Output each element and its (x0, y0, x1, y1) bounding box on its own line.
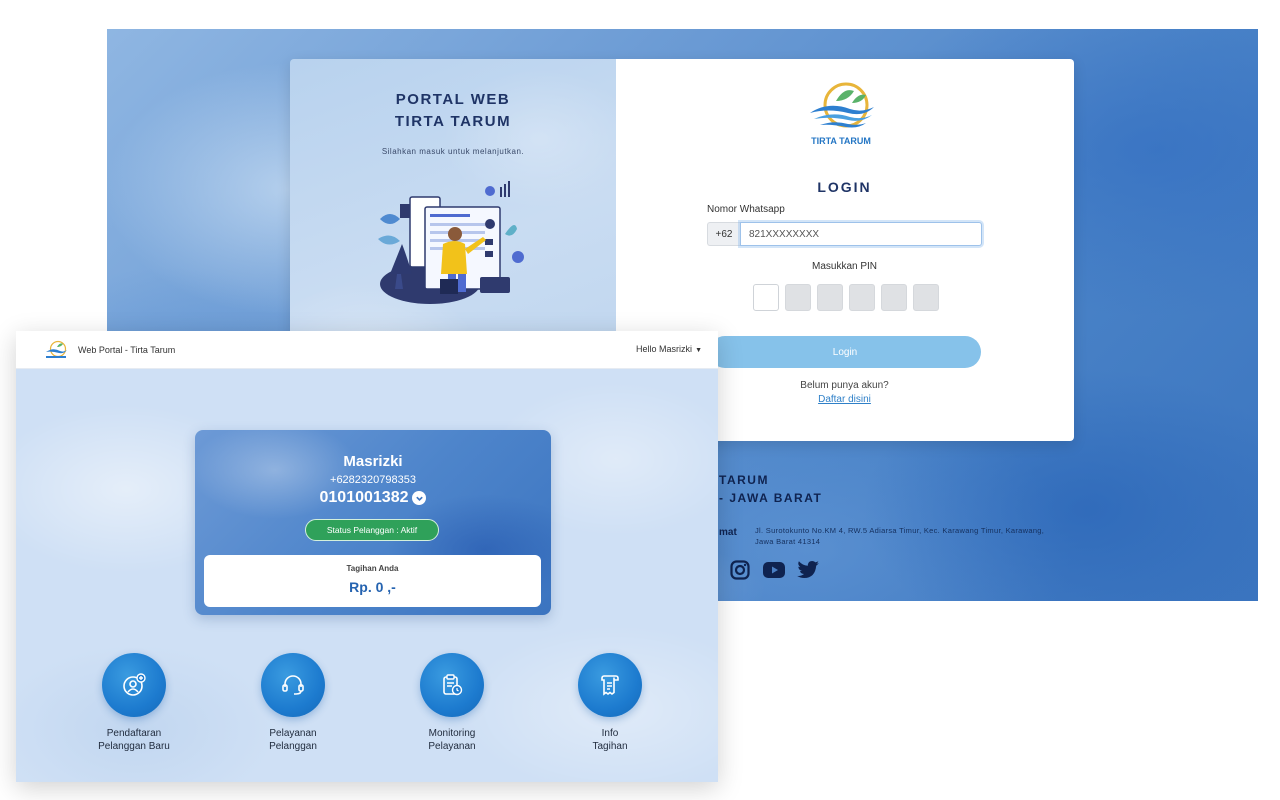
menu-service-monitoring[interactable]: Monitoring Pelayanan (392, 653, 512, 753)
footer-address: Jl. Surotokunto No.KM 4, RW.5 Adiarsa Ti… (755, 526, 1045, 546)
menu-label: Info Tagihan (592, 728, 628, 752)
pin-digit-6[interactable] (913, 284, 939, 311)
bill-amount: Rp. 0 ,- (349, 579, 396, 595)
phone-prefix: +62 (707, 222, 740, 246)
whatsapp-label: Nomor Whatsapp (707, 204, 785, 215)
pin-digit-5[interactable] (881, 284, 907, 311)
clipboard-clock-icon (443, 674, 463, 696)
instagram-icon[interactable] (729, 559, 751, 581)
footer-address-label: mat (719, 527, 737, 538)
user-greeting: Hello Masrizki (636, 344, 693, 354)
logo-text: TIRTA TARUM (811, 136, 871, 146)
dashboard-illustration (378, 181, 524, 304)
pin-label: Masukkan PIN (811, 261, 878, 272)
customer-id-row: 0101001382 (195, 489, 551, 507)
menu-label: Pelayanan Pelanggan (269, 728, 317, 752)
whatsapp-number-input[interactable] (740, 222, 982, 246)
social-links (729, 559, 819, 581)
menu-circle[interactable] (420, 653, 484, 717)
nav-logo[interactable] (44, 340, 68, 360)
menu-new-customer-registration[interactable]: Pendaftaran Pelanggan Baru (74, 653, 194, 753)
footer-company-name: TARUM - JAWA BARAT (719, 473, 823, 505)
portal-title: PORTAL WEB TIRTA TARUM (394, 91, 512, 130)
menu-circle[interactable] (102, 653, 166, 717)
portal-subtitle: Silahkan masuk untuk melanjutkan. (381, 147, 525, 156)
caret-down-icon: ▼ (695, 347, 702, 354)
youtube-icon[interactable] (763, 559, 785, 581)
customer-profile-card: Masrizki +6282320798353 0101001382 Statu… (195, 430, 551, 615)
bill-label: Tagihan Anda (346, 564, 399, 573)
whatsapp-input-group: +62 (707, 222, 982, 246)
menu-label: Pendaftaran Pelanggan Baru (98, 728, 170, 752)
top-navbar: Web Portal - Tirta Tarum Hello Masrizki ▼ (16, 331, 718, 369)
twitter-icon[interactable] (797, 559, 819, 581)
headset-icon (282, 675, 304, 695)
bill-summary: Tagihan Anda Rp. 0 ,- (204, 555, 541, 607)
menu-label: Monitoring Pelayanan (428, 728, 476, 752)
chevron-down-icon[interactable] (412, 491, 427, 505)
pin-digit-2[interactable] (785, 284, 811, 311)
tirta-tarum-logo (810, 82, 874, 128)
pin-digit-1[interactable] (753, 284, 779, 311)
receipt-icon (601, 675, 619, 696)
user-menu[interactable]: Hello Masrizki ▼ (636, 344, 702, 354)
add-user-icon (123, 673, 146, 696)
menu-circle[interactable] (261, 653, 325, 717)
pin-digit-4[interactable] (849, 284, 875, 311)
dashboard-window: Web Portal - Tirta Tarum Hello Masrizki ▼… (16, 331, 718, 782)
customer-name: Masrizki (343, 453, 403, 470)
login-button[interactable]: Login (709, 336, 981, 368)
menu-circle[interactable] (578, 653, 642, 717)
pin-input-row (753, 284, 939, 311)
customer-id: 0101001382 (319, 489, 409, 506)
nav-title[interactable]: Web Portal - Tirta Tarum (78, 345, 175, 355)
customer-phone: +6282320798353 (330, 474, 416, 486)
login-title: LOGIN (817, 179, 872, 195)
menu-customer-service[interactable]: Pelayanan Pelanggan (233, 653, 353, 753)
pin-digit-3[interactable] (817, 284, 843, 311)
status-badge: Status Pelanggan : Aktif (305, 519, 439, 541)
menu-bill-info[interactable]: Info Tagihan (550, 653, 670, 753)
